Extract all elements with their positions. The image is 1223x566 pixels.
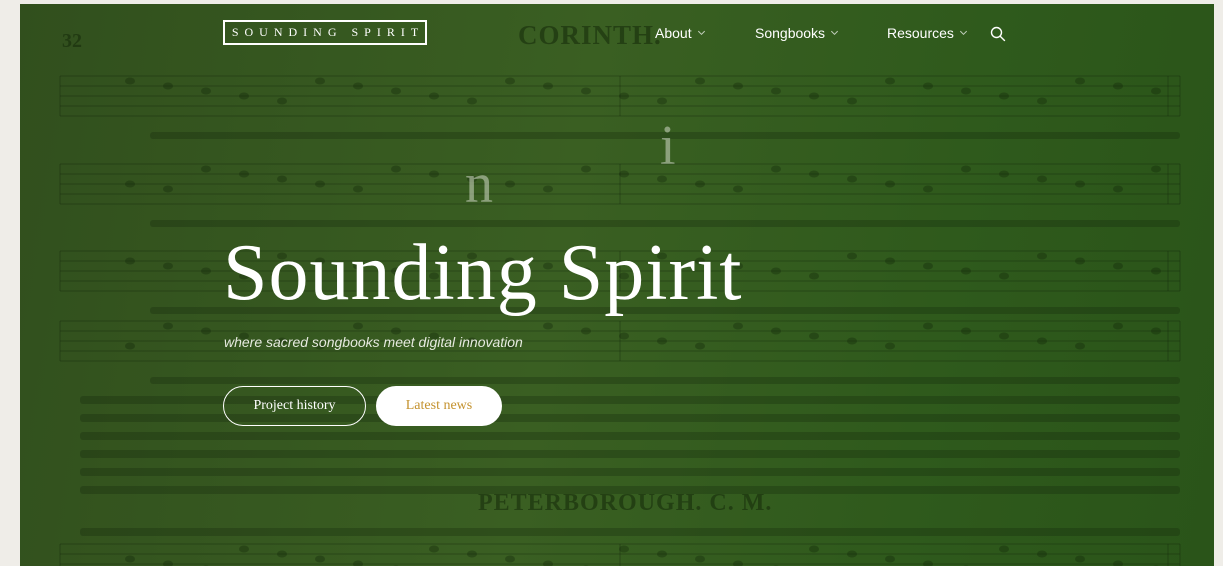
- nav-item-songbooks-label: Songbooks: [755, 25, 826, 41]
- bg-page-number: 32: [62, 30, 82, 52]
- nav-item-songbooks[interactable]: Songbooks: [755, 25, 839, 41]
- nav-item-resources[interactable]: Resources: [887, 25, 967, 41]
- search-icon: [990, 26, 1006, 42]
- search-button[interactable]: [990, 26, 1006, 42]
- decorative-letter-n: n: [465, 153, 493, 215]
- decorative-letter-i: i: [660, 115, 676, 177]
- nav-item-about[interactable]: About: [655, 25, 705, 41]
- bg-hymn-title-corinth: CORINTH.: [518, 20, 662, 50]
- nav-item-about-label: About: [655, 25, 692, 41]
- site-logo[interactable]: SOUNDING SPIRIT: [223, 20, 427, 45]
- chevron-down-icon: [959, 27, 967, 36]
- project-history-button[interactable]: Project history: [223, 386, 366, 426]
- hero-tagline: where sacred songbooks meet digital inno…: [224, 334, 523, 350]
- nav-item-resources-label: Resources: [887, 25, 954, 41]
- latest-news-button[interactable]: Latest news: [376, 386, 502, 426]
- hero-title: Sounding Spirit: [223, 229, 743, 317]
- hero-banner: 32 CORINTH. PETERBOROUGH. C. M. n i SOUN…: [20, 4, 1214, 566]
- chevron-down-icon: [697, 27, 705, 36]
- chevron-down-icon: [831, 27, 839, 36]
- bg-hymn-title-peterborough: PETERBOROUGH. C. M.: [478, 490, 773, 516]
- site-logo-text: SOUNDING SPIRIT: [231, 25, 425, 39]
